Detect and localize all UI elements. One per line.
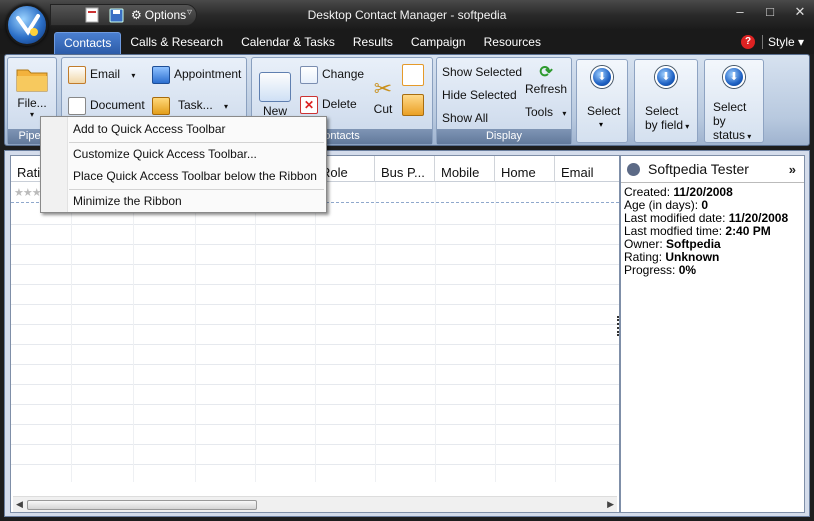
delete-x-icon: ✕ bbox=[300, 96, 318, 114]
rating-stars: ★★★ bbox=[14, 187, 42, 199]
change-button[interactable]: Change bbox=[300, 66, 364, 84]
tab-campaign[interactable]: Campaign bbox=[402, 32, 475, 54]
style-menu[interactable]: Style ▾ bbox=[762, 35, 804, 49]
minimize-button[interactable]: – bbox=[732, 4, 748, 20]
contact-card-icon bbox=[259, 72, 291, 102]
refresh-button[interactable]: ⟳ Refresh bbox=[525, 62, 567, 96]
scroll-left-icon[interactable]: ◀ bbox=[16, 499, 23, 510]
document-button[interactable]: Document bbox=[68, 97, 145, 115]
select-by-field-icon: ⬇ bbox=[655, 66, 677, 88]
select-by-status-button[interactable]: ⬇ Select by status ▾ bbox=[704, 59, 764, 143]
column-bus-phone[interactable]: Bus P... bbox=[375, 156, 435, 182]
email-button[interactable]: Email ▾ bbox=[68, 66, 135, 84]
folder-icon bbox=[16, 69, 48, 92]
refresh-icon: ⟳ bbox=[539, 64, 553, 81]
paste-icon bbox=[402, 94, 424, 116]
task-button[interactable]: Task... ▾ bbox=[152, 97, 228, 115]
tab-results[interactable]: Results bbox=[344, 32, 402, 54]
window-title: Desktop Contact Manager - softpedia bbox=[307, 8, 507, 22]
menu-item-minimize-ribbon[interactable]: Minimize the Ribbon bbox=[41, 190, 326, 212]
show-selected-button[interactable]: Show Selected bbox=[442, 65, 522, 79]
select-by-status-icon: ⬇ bbox=[723, 66, 745, 88]
show-all-button[interactable]: Show All bbox=[442, 111, 488, 125]
tab-contacts[interactable]: Contacts bbox=[54, 32, 122, 54]
detail-header: Softpedia Tester » bbox=[621, 156, 804, 183]
display-group-label: Display bbox=[437, 129, 571, 144]
horizontal-scrollbar[interactable]: ◀ ▶ bbox=[13, 496, 617, 512]
application-menu-button[interactable] bbox=[6, 4, 48, 46]
contact-name: Softpedia Tester bbox=[648, 161, 749, 177]
calendar-clock-icon bbox=[152, 66, 170, 84]
ribbon-tabs: Contacts Calls & Research Calendar & Tas… bbox=[54, 32, 550, 54]
menu-item-place-qat-below[interactable]: Place Quick Access Toolbar below the Rib… bbox=[41, 165, 326, 187]
window-controls: – □ ✕ bbox=[732, 4, 808, 20]
qat-context-menu: Add to Quick Access Toolbar Customize Qu… bbox=[40, 116, 327, 213]
menu-item-customize-qat[interactable]: Customize Quick Access Toolbar... bbox=[41, 143, 326, 165]
appointment-button[interactable]: Appointment bbox=[152, 66, 241, 84]
app-window: ⚙ Options ▿ Desktop Contact Manager - so… bbox=[0, 0, 814, 521]
contact-status-icon bbox=[627, 162, 640, 176]
field-progress: Progress: 0% bbox=[624, 263, 697, 277]
tab-calls-research[interactable]: Calls & Research bbox=[121, 32, 232, 54]
hide-selected-button[interactable]: Hide Selected bbox=[442, 88, 517, 102]
paste-button[interactable] bbox=[402, 94, 428, 116]
column-email[interactable]: Email bbox=[555, 156, 619, 182]
display-group: Show Selected Hide Selected Show All ⟳ R… bbox=[436, 57, 572, 145]
app-logo-icon bbox=[16, 14, 40, 36]
select-by-field-button[interactable]: ⬇ Select by field ▾ bbox=[634, 59, 698, 143]
detail-fields: Created: 11/20/2008 Age (in days): 0 Las… bbox=[621, 183, 804, 277]
help-icon[interactable]: ? bbox=[741, 35, 755, 49]
scrollbar-thumb[interactable] bbox=[27, 500, 257, 510]
select-button[interactable]: ⬇ Select ▾ bbox=[576, 59, 628, 143]
menu-item-add-to-qat[interactable]: Add to Quick Access Toolbar bbox=[41, 118, 326, 140]
copy-button[interactable] bbox=[402, 64, 428, 86]
envelope-icon bbox=[68, 66, 86, 84]
expand-panel-icon[interactable]: » bbox=[789, 162, 796, 177]
tab-calendar-tasks[interactable]: Calendar & Tasks bbox=[232, 32, 344, 54]
file-label: File... bbox=[17, 96, 47, 110]
document-icon bbox=[68, 97, 86, 115]
ribbon-tab-bar: Contacts Calls & Research Calendar & Tas… bbox=[0, 30, 814, 54]
scroll-right-icon[interactable]: ▶ bbox=[607, 499, 614, 510]
delete-button[interactable]: ✕ Delete bbox=[300, 96, 357, 114]
new-contact-button[interactable]: New bbox=[258, 72, 292, 118]
close-button[interactable]: ✕ bbox=[792, 4, 808, 20]
column-home[interactable]: Home bbox=[495, 156, 555, 182]
copy-icon bbox=[402, 64, 424, 86]
cut-button[interactable]: ✂ Cut bbox=[369, 76, 397, 116]
tab-resources[interactable]: Resources bbox=[475, 32, 550, 54]
clipboard-icon bbox=[152, 97, 170, 115]
file-button[interactable]: File... ▾ bbox=[14, 64, 50, 119]
scissors-icon: ✂ bbox=[373, 76, 393, 101]
edit-pencil-icon bbox=[300, 66, 318, 84]
contact-detail-panel: Softpedia Tester » Created: 11/20/2008 A… bbox=[620, 155, 805, 513]
maximize-button[interactable]: □ bbox=[762, 4, 778, 20]
tools-button[interactable]: Tools ▾ bbox=[525, 105, 566, 119]
title-bar: ⚙ Options ▿ Desktop Contact Manager - so… bbox=[0, 0, 814, 30]
select-arrow-icon: ⬇ bbox=[591, 66, 613, 88]
column-mobile[interactable]: Mobile bbox=[435, 156, 495, 182]
